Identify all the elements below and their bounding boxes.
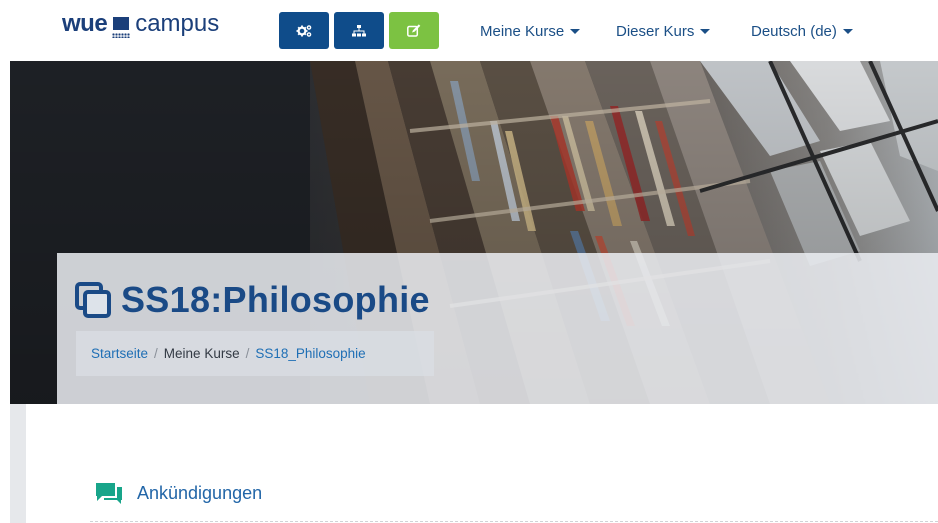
menu-dieser-kurs[interactable]: Dieser Kurs	[616, 23, 711, 40]
section-divider	[90, 521, 938, 522]
announcements-item[interactable]: Ankündigungen	[95, 478, 262, 508]
logo-text-wue: wue	[62, 10, 108, 37]
sitemap-icon	[352, 24, 366, 36]
announcements-link[interactable]: Ankündigungen	[137, 483, 262, 504]
caret-down-icon	[842, 29, 853, 34]
course-copy-icon	[75, 282, 111, 318]
top-navbar: wue campus Meine Kurse Dieser Kurs Deuts…	[0, 0, 938, 61]
course-title: SS18:Philosophie	[75, 275, 430, 325]
site-logo[interactable]: wue campus	[62, 10, 219, 46]
menu-label: Meine Kurse	[480, 23, 565, 40]
sitemap-button[interactable]	[334, 12, 384, 49]
menu-meine-kurse[interactable]: Meine Kurse	[480, 23, 581, 40]
menu-label: Dieser Kurs	[616, 23, 695, 40]
breadcrumb-separator: /	[154, 346, 158, 361]
gears-icon	[296, 24, 312, 37]
menu-language[interactable]: Deutsch (de)	[751, 23, 853, 40]
breadcrumb: Startseite / Meine Kurse / SS18_Philosop…	[76, 331, 434, 376]
left-drawer-edge	[10, 404, 26, 523]
edit-icon	[407, 24, 421, 37]
menu-label: Deutsch (de)	[751, 23, 837, 40]
caret-down-icon	[700, 29, 711, 34]
breadcrumb-home[interactable]: Startseite	[91, 346, 148, 361]
settings-button[interactable]	[279, 12, 329, 49]
forum-icon	[96, 483, 122, 504]
logo-text-campus: campus	[135, 10, 220, 37]
breadcrumb-my-courses[interactable]: Meine Kurse	[164, 346, 240, 361]
edit-mode-button[interactable]	[389, 12, 439, 49]
breadcrumb-course[interactable]: SS18_Philosophie	[255, 346, 365, 361]
course-title-text: SS18:Philosophie	[121, 279, 430, 320]
caret-down-icon	[570, 29, 581, 34]
breadcrumb-separator: /	[245, 346, 250, 361]
logo-mark-icon	[110, 14, 132, 40]
